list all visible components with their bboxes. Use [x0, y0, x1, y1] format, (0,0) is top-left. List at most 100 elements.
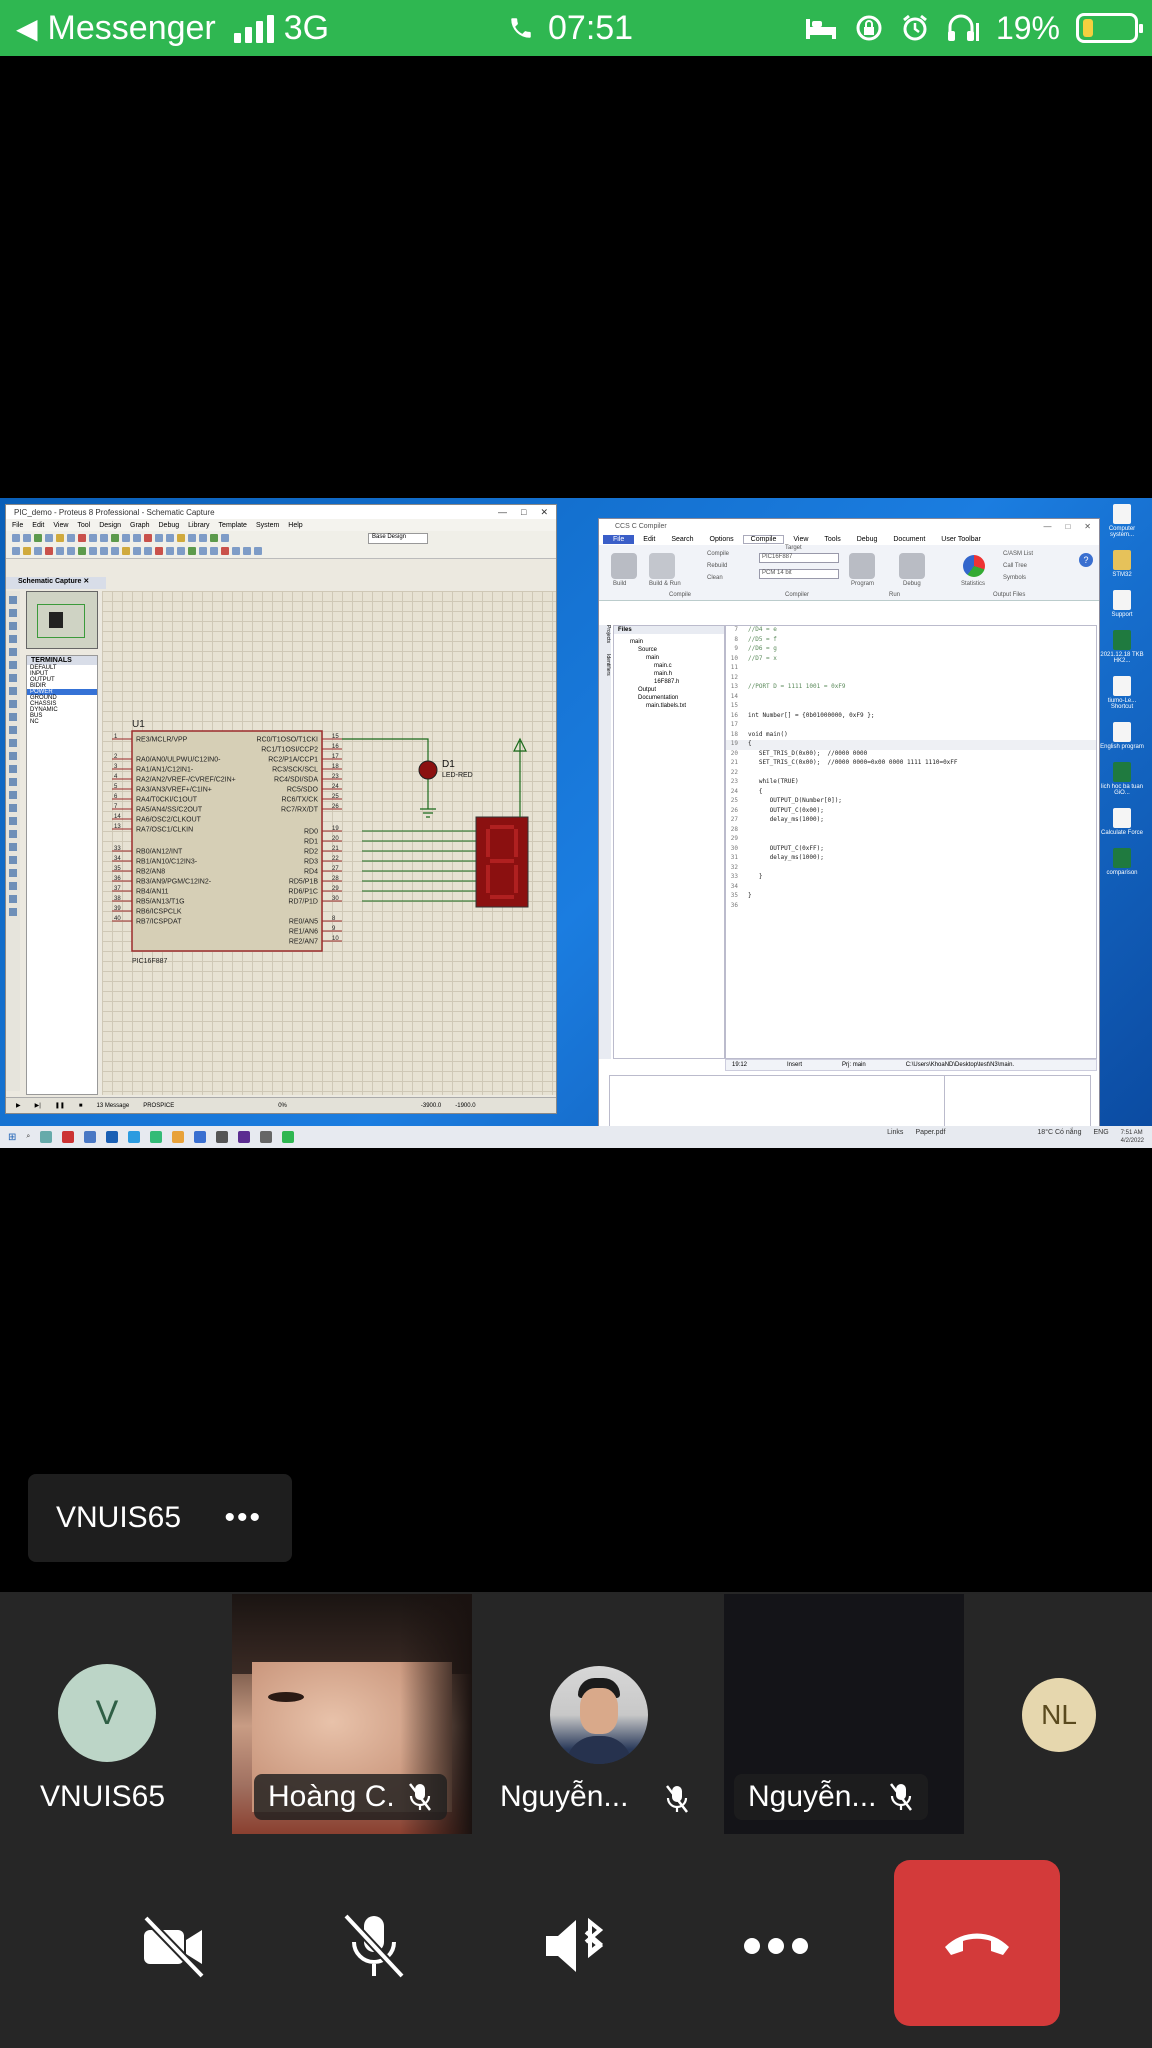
clock: 07:51: [508, 9, 633, 48]
design-select[interactable]: Base Design: [368, 533, 428, 544]
debug-button[interactable]: [899, 553, 925, 579]
terminal-item[interactable]: NC: [27, 719, 97, 725]
side-tab-identifiers[interactable]: Identifiers: [605, 654, 611, 676]
minimize-icon[interactable]: —: [498, 507, 507, 518]
back-arrow-icon[interactable]: ◀: [16, 12, 38, 45]
menu-item-graph[interactable]: Graph: [130, 522, 149, 529]
schematic-canvas[interactable]: U1 PIC16F887 RE3/MCLR/VPP 1 RA0/AN0/ULPWU/C1…: [102, 591, 556, 1095]
weather[interactable]: 18°C Có nắng: [1037, 1129, 1081, 1145]
maximize-icon[interactable]: □: [521, 507, 526, 518]
program-button[interactable]: [849, 553, 875, 579]
menu-item-help[interactable]: Help: [288, 522, 302, 529]
tab-search[interactable]: Search: [664, 536, 700, 543]
desktop-icon[interactable]: English program: [1100, 722, 1144, 750]
menu-item-view[interactable]: View: [53, 522, 68, 529]
menu-item-file[interactable]: File: [12, 522, 23, 529]
desktop-icon[interactable]: STM32: [1100, 550, 1144, 578]
menu-item-design[interactable]: Design: [99, 522, 121, 529]
tab-debug[interactable]: Debug: [850, 536, 885, 543]
tree-item[interactable]: main.c: [630, 662, 724, 670]
more-button[interactable]: [736, 1906, 816, 1986]
compile-button[interactable]: Compile: [707, 551, 729, 557]
taskbar-links[interactable]: Links: [887, 1129, 903, 1145]
tree-item[interactable]: Source: [630, 646, 724, 654]
messages-count[interactable]: 13 Message: [97, 1103, 130, 1109]
overview-preview[interactable]: [26, 591, 98, 649]
tree-item[interactable]: Documentation: [630, 694, 724, 702]
audio-output-button[interactable]: [536, 1906, 616, 1986]
ccs-minimize-icon[interactable]: —: [1043, 522, 1051, 531]
clean-button[interactable]: Clean: [707, 575, 723, 581]
participant-tile-nguyen-2[interactable]: Nguyễn...: [724, 1594, 964, 1834]
desktop-icon[interactable]: 2021.12.18 TKB HK2...: [1100, 630, 1144, 664]
call-tree-button[interactable]: Call Tree: [1003, 563, 1027, 569]
presenter-name: VNUIS65: [56, 1501, 182, 1534]
pin-label: RA3/AN3/VREF+/C1IN+: [136, 787, 212, 794]
asm-list-button[interactable]: C/ASM List: [1003, 551, 1033, 557]
code-line: 21 SET_TRIS_C(0x00); //0000 0000=0x00 00…: [726, 759, 1096, 769]
participant-tile-nguyen-1[interactable]: Nguyễn...: [488, 1594, 704, 1834]
tree-item[interactable]: main.h: [630, 670, 724, 678]
build-button[interactable]: [611, 553, 637, 579]
windows-start-icon[interactable]: ⊞: [8, 1132, 16, 1143]
tree-item[interactable]: main: [630, 654, 724, 662]
back-app-label[interactable]: Messenger: [48, 9, 216, 48]
tab-tools[interactable]: Tools: [817, 536, 847, 543]
participant-tile-vnuis65[interactable]: V VNUIS65: [0, 1594, 216, 1834]
participant-tile-nl[interactable]: NL: [1000, 1594, 1152, 1834]
desktop-icon[interactable]: Calculate Force: [1100, 808, 1144, 836]
help-icon[interactable]: ?: [1079, 553, 1093, 567]
code-editor[interactable]: 7//D4 = e 8//D5 = f 9//D6 = g 10//D7 = x 11 1…: [725, 625, 1097, 1059]
end-call-button[interactable]: [894, 1860, 1060, 2026]
symbols-button[interactable]: Symbols: [1003, 575, 1026, 581]
tree-item[interactable]: Output: [630, 686, 724, 694]
mic-off-button[interactable]: [334, 1906, 414, 1986]
ccs-close-icon[interactable]: ✕: [1084, 522, 1091, 531]
taskbar-paper[interactable]: Paper.pdf: [915, 1129, 945, 1145]
compiler-select[interactable]: PCM 14 bit: [759, 569, 839, 579]
desktop-icon[interactable]: comparison: [1100, 848, 1144, 876]
taskbar-clock[interactable]: 7:51 AM 4/2/2022: [1121, 1129, 1144, 1145]
menu-item-library[interactable]: Library: [188, 522, 209, 529]
desktop-icon[interactable]: Computer system...: [1100, 504, 1144, 538]
target-select[interactable]: PIC16F887: [759, 553, 839, 563]
desktop-icon[interactable]: Support: [1100, 590, 1144, 618]
camera-off-button[interactable]: [134, 1906, 214, 1986]
tab-file[interactable]: File: [603, 534, 635, 544]
close-icon[interactable]: ✕: [540, 507, 548, 518]
tab-options[interactable]: Options: [703, 536, 741, 543]
more-options-icon[interactable]: •••: [224, 1501, 262, 1535]
menu-item-template[interactable]: Template: [219, 522, 247, 529]
desktop-icon[interactable]: tiumo-Le... Shortcut: [1100, 676, 1144, 710]
ccs-maximize-icon[interactable]: □: [1065, 522, 1070, 531]
tab-user-toolbar[interactable]: User Toolbar: [934, 536, 988, 543]
language[interactable]: ENG: [1093, 1129, 1108, 1145]
tree-item[interactable]: main.tlabels.txt: [630, 702, 724, 710]
presenter-name-pill[interactable]: VNUIS65 •••: [28, 1474, 292, 1562]
menu-item-system[interactable]: System: [256, 522, 279, 529]
menu-item-debug[interactable]: Debug: [159, 522, 180, 529]
participant-tile-hoang[interactable]: Hoàng C.: [232, 1594, 472, 1834]
stop-icon[interactable]: ■: [79, 1103, 83, 1109]
menu-item-edit[interactable]: Edit: [32, 522, 44, 529]
statistics-label: Statistics: [961, 581, 986, 587]
tab-view[interactable]: View: [786, 536, 815, 543]
build-run-button[interactable]: [649, 553, 675, 579]
menu-item-tool[interactable]: Tool: [77, 522, 90, 529]
statistics-icon[interactable]: [963, 555, 985, 577]
desktop-icon[interactable]: lich hoc ba tuan GiO...: [1100, 762, 1144, 796]
code-line: 33 }: [726, 873, 1096, 883]
tree-item[interactable]: 16F887.h: [630, 678, 724, 686]
tab-document[interactable]: Document: [886, 536, 932, 543]
tab-schematic-capture[interactable]: Schematic Capture ✕: [6, 577, 106, 589]
code-line: 29: [726, 835, 1096, 845]
step-icon[interactable]: ▶|: [35, 1102, 41, 1109]
tree-item[interactable]: main: [630, 638, 724, 646]
tab-compile[interactable]: Compile: [742, 534, 785, 544]
play-icon[interactable]: ▶: [16, 1102, 21, 1109]
side-tab-projects[interactable]: Projects: [605, 625, 611, 643]
tab-edit[interactable]: Edit: [636, 536, 662, 543]
rebuild-button[interactable]: Rebuild: [707, 563, 727, 569]
pause-icon[interactable]: ❚❚: [55, 1102, 65, 1109]
search-icon[interactable]: ⌕: [26, 1133, 30, 1141]
